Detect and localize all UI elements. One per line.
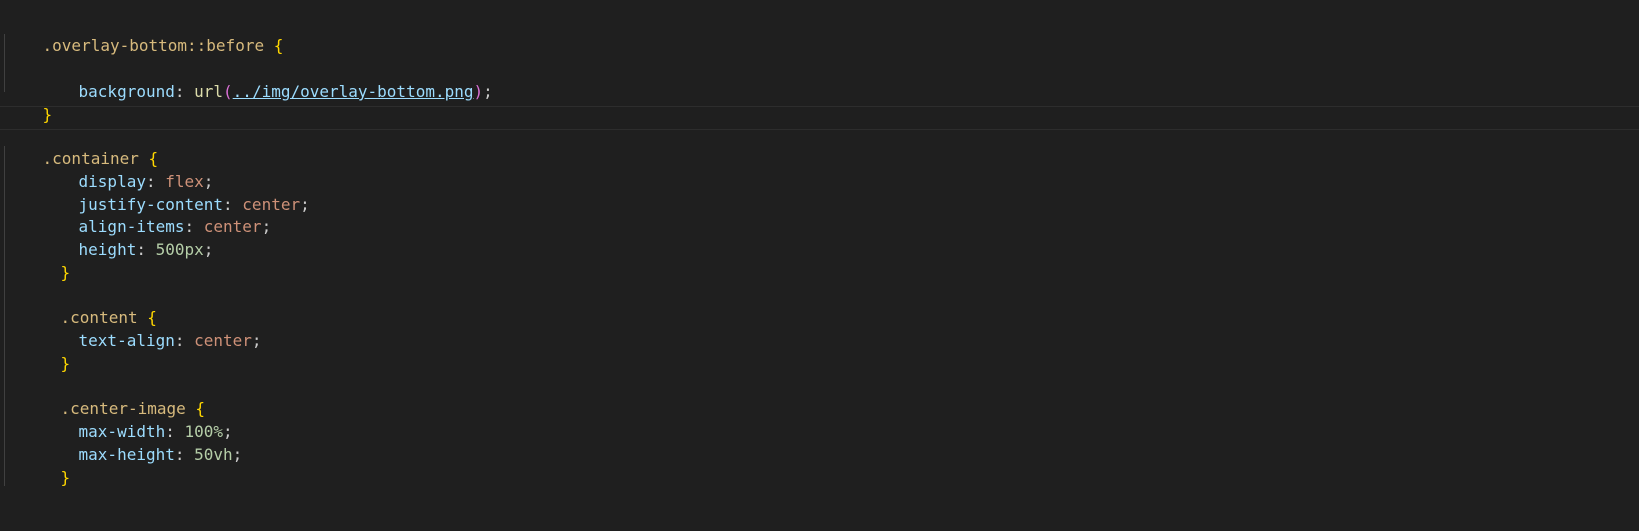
paren-close: ) xyxy=(473,82,484,101)
current-line-highlight xyxy=(0,106,1639,130)
code-line[interactable]: .overlay-bottom::before { xyxy=(0,10,284,55)
code-line[interactable]: text-align: center; xyxy=(0,305,262,350)
close-brace: } xyxy=(60,263,71,282)
code-line[interactable]: .content { xyxy=(0,282,157,327)
css-value: 500px xyxy=(155,240,204,259)
css-property: text-align xyxy=(78,331,175,350)
code-editor[interactable]: .overlay-bottom::before { background: ur… xyxy=(0,0,1639,531)
close-brace: } xyxy=(60,354,71,373)
css-selector: .overlay-bottom::before xyxy=(42,36,265,55)
code-line[interactable]: max-width: 100%; xyxy=(0,396,233,441)
code-line[interactable]: } xyxy=(0,79,53,124)
code-line[interactable]: } xyxy=(0,442,71,487)
code-line[interactable]: } xyxy=(0,328,71,373)
code-line[interactable]: justify-content: center; xyxy=(0,169,310,214)
code-line[interactable]: .container { xyxy=(0,123,159,168)
code-line[interactable]: max-height: 50vh; xyxy=(0,419,243,464)
css-property: height xyxy=(78,240,137,259)
paren-open: ( xyxy=(223,82,233,101)
close-brace: } xyxy=(42,105,53,124)
code-line[interactable]: align-items: center; xyxy=(0,191,272,236)
css-function: url xyxy=(194,82,224,101)
css-value: center xyxy=(194,331,252,350)
code-line[interactable]: display: flex; xyxy=(0,146,214,191)
close-brace: } xyxy=(60,468,71,487)
url-link[interactable]: ../img/overlay-bottom.png xyxy=(233,82,474,101)
css-value: 50vh xyxy=(194,445,233,464)
code-line[interactable]: height: 500px; xyxy=(0,214,214,259)
css-property: background xyxy=(78,82,175,101)
open-brace: { xyxy=(273,36,284,55)
code-line[interactable]: } xyxy=(0,237,71,282)
code-line[interactable]: .center-image { xyxy=(0,373,206,418)
code-line[interactable]: background: url(../img/overlay-bottom.pn… xyxy=(0,56,493,101)
css-property: max-height xyxy=(78,445,175,464)
